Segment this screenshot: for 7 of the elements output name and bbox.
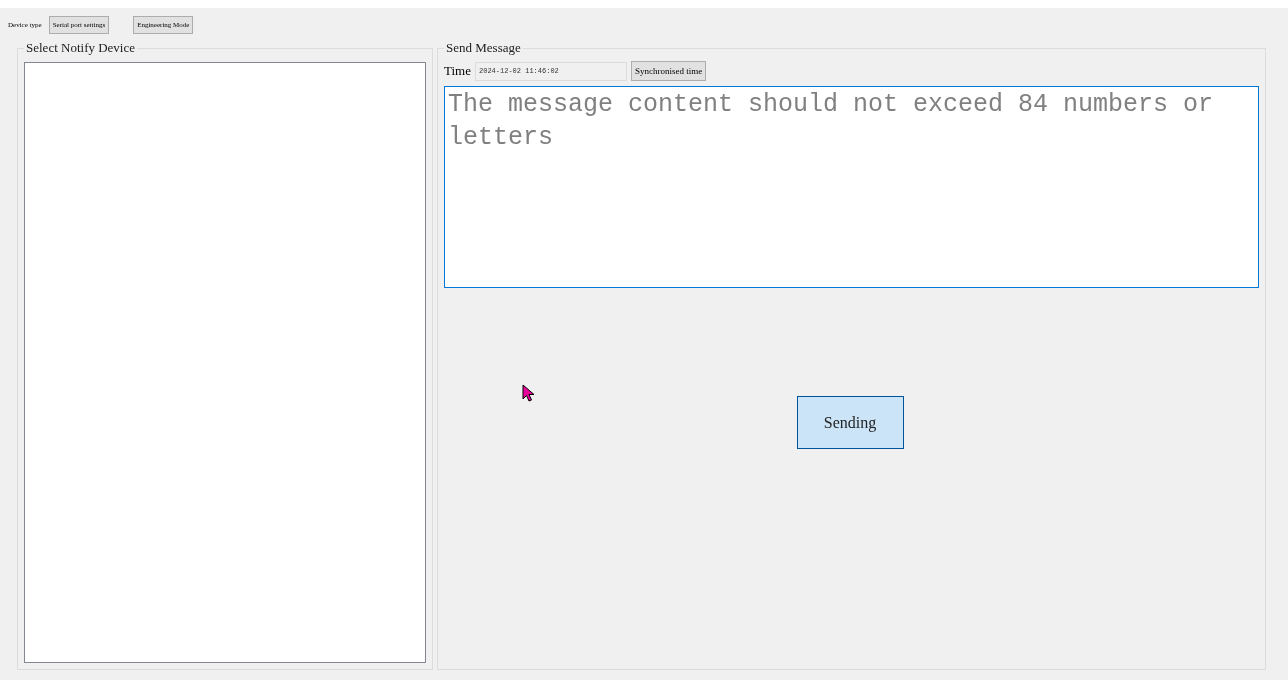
group-title: Select Notify Device <box>25 40 136 56</box>
sync-time-button[interactable]: Synchronised time <box>631 61 707 81</box>
pointer-icon <box>522 384 535 404</box>
send-button[interactable]: Sending <box>796 396 904 449</box>
time-label: Time <box>444 63 471 79</box>
group-title: Send Message <box>445 40 522 56</box>
message-field[interactable]: The message content should not exceed 84 numbers or letters <box>444 86 1259 288</box>
